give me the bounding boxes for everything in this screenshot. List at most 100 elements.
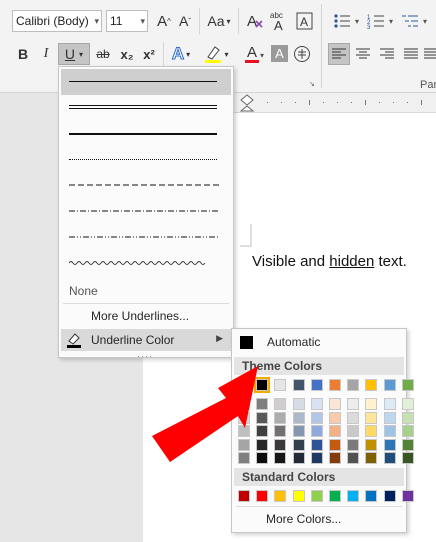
underline-button[interactable]: U ▾	[58, 43, 90, 65]
theme-shade-swatch[interactable]	[365, 398, 378, 410]
theme-shade-swatch[interactable]	[310, 398, 323, 410]
theme-color-swatch[interactable]	[329, 379, 341, 391]
chevron-down-icon[interactable]: ▾	[389, 17, 393, 26]
dialog-launcher-icon[interactable]: ↘	[309, 80, 315, 88]
standard-color-swatch[interactable]	[292, 490, 305, 502]
theme-shade-swatch[interactable]	[310, 438, 323, 451]
enclose-circle-button[interactable]	[292, 44, 312, 64]
more-colors-option[interactable]: More Colors...	[266, 512, 341, 526]
standard-color-swatch[interactable]	[383, 490, 396, 502]
theme-shade-swatch[interactable]	[383, 438, 396, 451]
theme-color-swatch[interactable]	[347, 379, 360, 391]
theme-shade-swatch[interactable]	[292, 425, 305, 437]
theme-color-swatch[interactable]	[310, 379, 323, 391]
theme-color-swatch[interactable]	[292, 379, 305, 391]
underline-style-dotted[interactable]	[61, 147, 231, 173]
theme-shade-swatch[interactable]	[274, 398, 287, 410]
standard-color-swatch[interactable]	[238, 490, 250, 502]
chevron-down-icon[interactable]: ▾	[423, 17, 427, 26]
numbering-button[interactable]: 123	[364, 12, 388, 30]
clear-formatting-button[interactable]: A	[244, 10, 266, 32]
underline-style-wave[interactable]	[61, 251, 231, 277]
chevron-down-icon[interactable]: ▾	[224, 50, 228, 59]
italic-button[interactable]: I	[37, 44, 55, 64]
theme-shade-swatch[interactable]	[292, 438, 305, 451]
theme-shade-swatch[interactable]	[310, 452, 323, 464]
superscript-button[interactable]: x²	[139, 44, 159, 64]
standard-color-swatch[interactable]	[329, 490, 341, 502]
phonetic-guide-button[interactable]: abc A	[269, 10, 291, 32]
bold-button[interactable]: B	[14, 44, 32, 64]
theme-shade-swatch[interactable]	[347, 398, 360, 410]
chevron-down-icon[interactable]: ▾	[355, 17, 359, 26]
theme-shade-swatch[interactable]	[274, 425, 287, 437]
theme-color-swatch[interactable]	[274, 379, 287, 391]
theme-shade-swatch[interactable]	[329, 398, 341, 410]
more-underlines-option[interactable]: More Underlines...	[91, 309, 189, 323]
underline-style-thick[interactable]	[61, 121, 231, 147]
horizontal-ruler[interactable]	[233, 93, 436, 113]
theme-color-swatch[interactable]	[365, 379, 378, 391]
theme-shade-swatch[interactable]	[347, 452, 360, 464]
align-left-button[interactable]	[328, 43, 350, 65]
theme-shade-swatch[interactable]	[329, 438, 341, 451]
distributed-button[interactable]	[423, 43, 436, 65]
highlight-button[interactable]: ▾	[201, 43, 231, 65]
theme-shade-swatch[interactable]	[383, 425, 396, 437]
theme-shade-swatch[interactable]	[292, 398, 305, 410]
font-size-combo[interactable]: 11 ▾	[106, 10, 148, 32]
theme-shade-swatch[interactable]	[292, 411, 305, 424]
theme-shade-swatch[interactable]	[365, 411, 378, 424]
underline-style-double[interactable]	[61, 95, 231, 121]
underline-style-dash-dot-dot[interactable]	[61, 225, 231, 251]
grow-font-button[interactable]: A ^	[155, 12, 173, 30]
bullets-button[interactable]	[330, 12, 354, 30]
theme-shade-swatch[interactable]	[329, 452, 341, 464]
shrink-font-button[interactable]: Aˇ	[176, 12, 194, 30]
theme-shade-swatch[interactable]	[401, 425, 414, 437]
text-effects-button[interactable]: A ▾	[168, 43, 194, 65]
theme-shade-swatch[interactable]	[383, 452, 396, 464]
standard-color-swatch[interactable]	[401, 490, 414, 502]
theme-shade-swatch[interactable]	[329, 411, 341, 424]
multilevel-list-button[interactable]	[398, 12, 422, 30]
theme-shade-swatch[interactable]	[365, 438, 378, 451]
theme-shade-swatch[interactable]	[383, 411, 396, 424]
theme-shade-swatch[interactable]	[365, 452, 378, 464]
theme-shade-swatch[interactable]	[292, 452, 305, 464]
change-case-button[interactable]: Aa ▾	[204, 12, 234, 30]
theme-shade-swatch[interactable]	[347, 438, 360, 451]
automatic-color-option[interactable]: Automatic	[234, 333, 404, 353]
theme-shade-swatch[interactable]	[347, 411, 360, 424]
theme-shade-swatch[interactable]	[329, 425, 341, 437]
theme-shade-swatch[interactable]	[401, 398, 414, 410]
chevron-down-icon[interactable]: ▾	[140, 11, 145, 31]
theme-shade-swatch[interactable]	[383, 398, 396, 410]
underline-style-dashed[interactable]	[61, 173, 231, 199]
theme-color-swatch[interactable]	[383, 379, 396, 391]
theme-shade-swatch[interactable]	[274, 452, 287, 464]
underline-none-option[interactable]: None	[69, 284, 98, 298]
font-name-combo[interactable]: Calibri (Body) ▾	[12, 10, 102, 32]
standard-color-swatch[interactable]	[310, 490, 323, 502]
standard-color-swatch[interactable]	[256, 490, 269, 502]
theme-shade-swatch[interactable]	[401, 411, 414, 424]
theme-shade-swatch[interactable]	[347, 425, 360, 437]
standard-color-swatch[interactable]	[347, 490, 360, 502]
document-text[interactable]: Visible and hidden text.	[252, 253, 407, 270]
underline-style-dash-dot[interactable]	[61, 199, 231, 225]
theme-color-swatch[interactable]	[401, 379, 414, 391]
chevron-down-icon[interactable]: ▾	[94, 11, 99, 31]
align-center-button[interactable]	[352, 43, 374, 65]
justify-button[interactable]	[400, 43, 422, 65]
standard-color-swatch[interactable]	[274, 490, 287, 502]
chevron-down-icon[interactable]: ▾	[79, 50, 83, 59]
theme-shade-swatch[interactable]	[401, 452, 414, 464]
underline-color-option[interactable]: Underline Color ▶	[61, 329, 231, 351]
chevron-down-icon[interactable]: ▾	[186, 50, 190, 59]
enclose-characters-button[interactable]: A	[294, 10, 316, 32]
chevron-down-icon[interactable]: ▾	[260, 51, 264, 60]
theme-shade-swatch[interactable]	[274, 438, 287, 451]
theme-shade-swatch[interactable]	[310, 411, 323, 424]
theme-shade-swatch[interactable]	[401, 438, 414, 451]
